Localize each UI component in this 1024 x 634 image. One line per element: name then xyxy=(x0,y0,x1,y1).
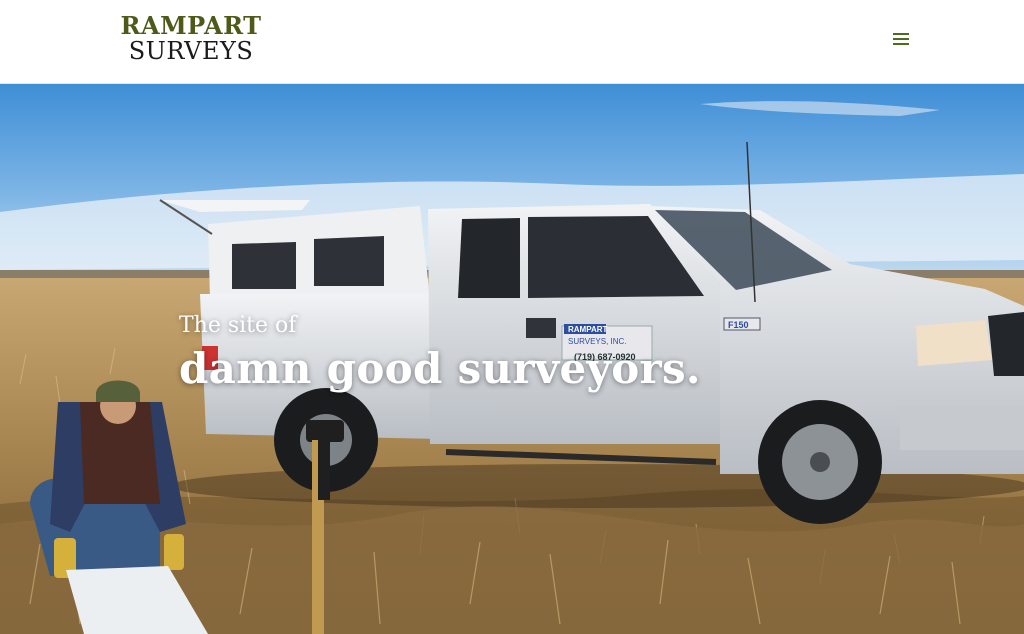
site-logo[interactable]: RAMPART SURVEYS xyxy=(118,11,264,65)
hero-tagline-small: The site of xyxy=(179,313,297,338)
truck-badge: F150 xyxy=(728,320,749,330)
hero-tagline-large: damn good surveyors. xyxy=(179,344,701,393)
site-header: RAMPART SURVEYS xyxy=(0,0,1024,84)
hamburger-menu-icon[interactable] xyxy=(893,33,909,47)
logo-text-rampart: RAMPART xyxy=(120,11,262,40)
logo-text-surveys: SURVEYS xyxy=(128,37,254,65)
hero-section: RAMPART SURVEYS, INC. (719) 687-0920 F15… xyxy=(0,84,1024,634)
hero-headline: The site of damn good surveyors. xyxy=(179,313,701,395)
